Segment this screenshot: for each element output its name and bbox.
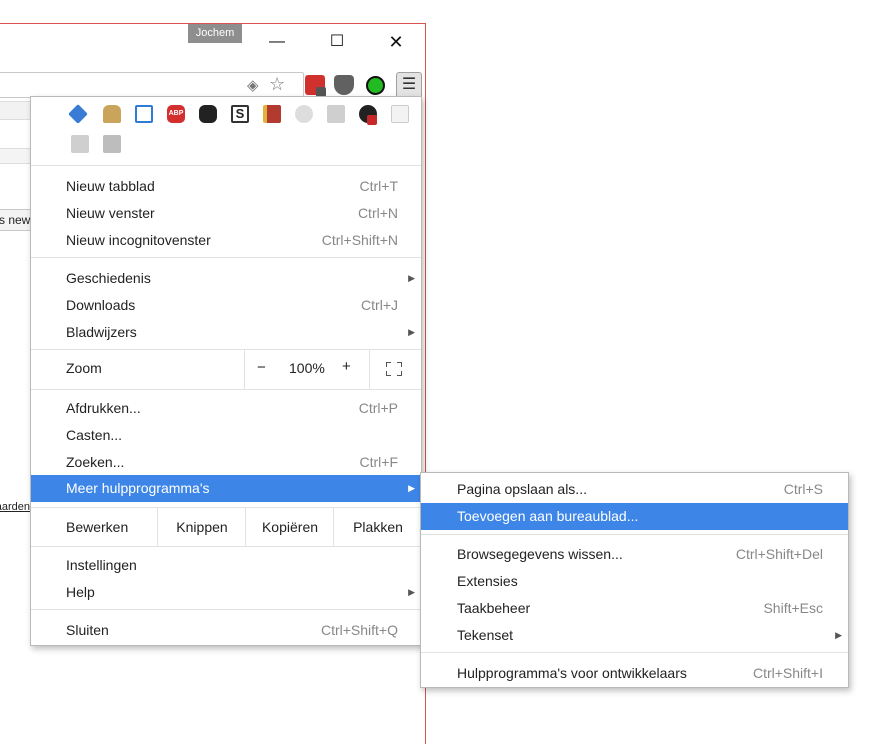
menu-item-dev-tools[interactable]: Hulpprogramma's voor ontwikkelaars Ctrl+… bbox=[421, 660, 848, 687]
page-bar bbox=[0, 148, 32, 164]
close-button[interactable]: ✕ bbox=[384, 32, 408, 52]
submenu-arrow-icon: ▶ bbox=[408, 483, 415, 493]
menu-item-exit[interactable]: Sluiten Ctrl+Shift+Q bbox=[31, 617, 421, 644]
extension-icons: ABP S bbox=[67, 104, 417, 159]
menu-item-cast[interactable]: Casten... bbox=[31, 422, 421, 449]
submenu-arrow-icon: ▶ bbox=[408, 327, 415, 337]
menu-item-history[interactable]: Geschiedenis ▶ bbox=[31, 265, 421, 292]
fullscreen-icon[interactable] bbox=[386, 362, 402, 376]
zoom-level: 100% bbox=[289, 360, 325, 376]
bookmark-star-icon[interactable]: ☆ bbox=[269, 74, 285, 95]
gear-icon[interactable] bbox=[295, 105, 313, 123]
profile-badge[interactable]: Jochem bbox=[188, 24, 242, 43]
menu-separator bbox=[31, 389, 421, 390]
window-icon[interactable] bbox=[135, 105, 153, 123]
menu-item-task-manager[interactable]: Taakbeheer Shift+Esc bbox=[421, 595, 848, 622]
ghostery-icon[interactable] bbox=[199, 105, 217, 123]
zoom-out-button[interactable]: − bbox=[257, 359, 266, 376]
menu-item-find[interactable]: Zoeken... Ctrl+F bbox=[31, 449, 421, 476]
menu-item-more-tools[interactable]: Meer hulpprogramma's ▶ bbox=[31, 475, 421, 502]
zoom-divider bbox=[369, 349, 370, 389]
translate-icon[interactable]: ◈ bbox=[247, 76, 259, 94]
graduation-cap-icon[interactable] bbox=[68, 104, 88, 124]
submenu-arrow-icon: ▶ bbox=[408, 587, 415, 597]
menu-separator bbox=[31, 546, 421, 547]
paste-button[interactable]: Plakken bbox=[333, 507, 422, 547]
menu-item-add-to-desktop[interactable]: Toevoegen aan bureaublad... bbox=[421, 503, 848, 530]
status-light-icon[interactable] bbox=[366, 76, 385, 95]
menu-item-downloads[interactable]: Downloads Ctrl+J bbox=[31, 292, 421, 319]
page-link[interactable]: aarden bbox=[0, 501, 30, 513]
edit-row: Bewerken Knippen Kopiëren Plakken bbox=[31, 507, 421, 547]
bowtie-icon[interactable] bbox=[327, 105, 345, 123]
zoom-row: Zoom − 100% + bbox=[31, 349, 421, 389]
more-tools-submenu: Pagina opslaan als... Ctrl+S Toevoegen a… bbox=[420, 472, 849, 688]
menu-item-new-tab[interactable]: Nieuw tabblad Ctrl+T bbox=[31, 173, 421, 200]
s-icon[interactable]: S bbox=[231, 105, 249, 123]
menu-separator bbox=[421, 652, 848, 653]
submenu-arrow-icon: ▶ bbox=[835, 630, 842, 640]
google-plus-icon[interactable] bbox=[103, 135, 121, 153]
zoom-in-button[interactable]: + bbox=[342, 358, 351, 375]
menu-item-clear-data[interactable]: Browsegegevens wissen... Ctrl+Shift+Del bbox=[421, 541, 848, 568]
pocket-icon[interactable] bbox=[334, 75, 354, 95]
menu-item-save-page[interactable]: Pagina opslaan als... Ctrl+S bbox=[421, 476, 848, 503]
address-bar[interactable]: ◈ ☆ bbox=[0, 72, 304, 98]
menu-separator bbox=[421, 534, 848, 535]
menu-item-new-window[interactable]: Nieuw venster Ctrl+N bbox=[31, 200, 421, 227]
minimize-button[interactable]: — bbox=[265, 32, 289, 52]
book-icon[interactable] bbox=[263, 105, 281, 123]
menu-separator bbox=[31, 165, 421, 166]
menu-item-bookmarks[interactable]: Bladwijzers ▶ bbox=[31, 319, 421, 346]
submenu-arrow-icon: ▶ bbox=[408, 273, 415, 283]
menu-item-print[interactable]: Afdrukken... Ctrl+P bbox=[31, 395, 421, 422]
maximize-button[interactable]: ☐ bbox=[325, 32, 349, 52]
menu-item-extensions[interactable]: Extensies bbox=[421, 568, 848, 595]
chrome-menu: ABP S Nieuw tabblad Ctrl+T Nieuw venster… bbox=[30, 96, 422, 646]
chrome-menu-button[interactable]: ☰ bbox=[396, 72, 422, 98]
menu-item-help[interactable]: Help ▶ bbox=[31, 579, 421, 606]
menu-item-new-incognito[interactable]: Nieuw incognitovenster Ctrl+Shift+N bbox=[31, 227, 421, 254]
menu-item-encoding[interactable]: Tekenset ▶ bbox=[421, 622, 848, 649]
pigeon-icon[interactable] bbox=[391, 105, 409, 123]
disabled-badge-icon bbox=[367, 115, 377, 125]
page-button[interactable]: s new bbox=[0, 209, 32, 231]
title-bar: Jochem — ☐ ✕ bbox=[0, 24, 425, 64]
page-bar bbox=[0, 101, 32, 120]
menu-item-settings[interactable]: Instellingen bbox=[31, 552, 421, 579]
menu-separator bbox=[31, 257, 421, 258]
menu-separator bbox=[31, 609, 421, 610]
adblock-plus-icon[interactable]: ABP bbox=[167, 105, 185, 123]
copy-button[interactable]: Kopiëren bbox=[245, 507, 334, 547]
lock-icon[interactable] bbox=[103, 105, 121, 123]
cut-button[interactable]: Knippen bbox=[157, 507, 246, 547]
zoom-divider bbox=[244, 349, 245, 389]
google-plus-icon[interactable] bbox=[71, 135, 89, 153]
